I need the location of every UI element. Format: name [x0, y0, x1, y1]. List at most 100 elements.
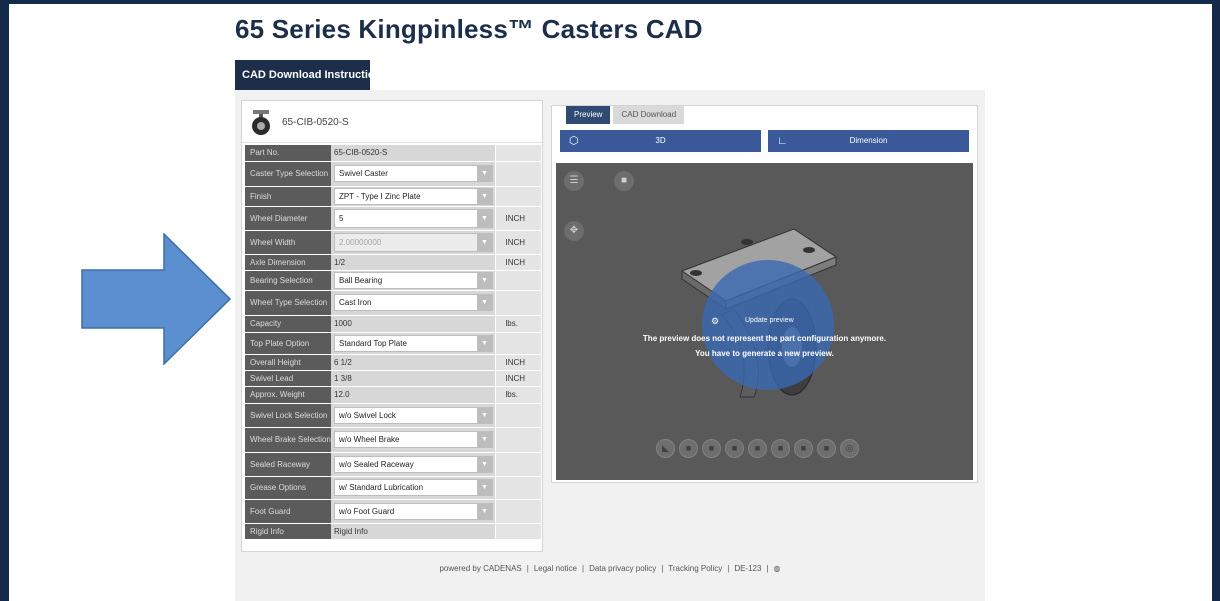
- update-preview-label: Update preview: [745, 317, 794, 324]
- 3d-viewer[interactable]: ☰ ■ ✥ ⚙ Update preview The preview does …: [556, 163, 973, 480]
- chevron-down-icon: ▼: [477, 188, 492, 204]
- legal-notice-link[interactable]: Legal notice: [534, 564, 577, 573]
- attributes-table: Part No. 65-CIB-0520-S Caster Type Selecti…: [245, 145, 541, 540]
- attribute-select[interactable]: ZPT - Type I Zinc Plate ▼: [334, 187, 493, 205]
- update-preview-overlay[interactable]: [702, 260, 834, 390]
- view-iso-icon[interactable]: ◣: [656, 439, 675, 458]
- attribute-select[interactable]: Cast Iron ▼: [334, 294, 493, 311]
- view-front-icon[interactable]: ■: [679, 439, 698, 458]
- attribute-select[interactable]: Swivel Caster ▼: [334, 165, 493, 182]
- attribute-value-cell: w/o Sealed Raceway ▼: [331, 452, 495, 477]
- attribute-value: 1 3/8: [331, 370, 495, 387]
- attribute-select[interactable]: w/o Swivel Lock ▼: [334, 406, 493, 424]
- attribute-select: 2.00000000 ▼: [334, 232, 493, 252]
- attribute-unit: INCH: [494, 206, 541, 231]
- chevron-down-icon: ▼: [477, 407, 492, 423]
- tab-cad-download[interactable]: CAD Download: [613, 106, 685, 124]
- attribute-unit: lbs.: [494, 386, 541, 404]
- attribute-label: Overall Height: [245, 354, 331, 371]
- attribute-row: Rigid Info Rigid Info: [245, 523, 541, 540]
- attribute-select-value: Ball Bearing: [339, 275, 383, 285]
- view-left-icon[interactable]: ■: [725, 439, 744, 458]
- attribute-value-cell: Standard Top Plate ▼: [331, 332, 495, 355]
- attribute-select[interactable]: w/ Standard Lubrication ▼: [334, 479, 493, 496]
- attribute-select[interactable]: w/o Wheel Brake ▼: [334, 431, 493, 448]
- attribute-unit: [494, 161, 541, 187]
- preview-tabs: Preview CAD Download: [566, 106, 685, 124]
- tab-preview[interactable]: Preview: [566, 106, 611, 124]
- attribute-label: Swivel Lead: [245, 370, 331, 387]
- attribute-unit: [494, 499, 541, 524]
- attribute-select-value: Swivel Caster: [339, 169, 388, 178]
- attribute-label: Top Plate Option: [245, 332, 331, 355]
- cube-icon: ⬡: [569, 135, 579, 147]
- view-bottom-icon[interactable]: ■: [794, 439, 813, 458]
- attribute-select-value: w/o Wheel Brake: [339, 435, 400, 444]
- attribute-row: Caster Type Selection Swivel Caster ▼: [245, 161, 541, 187]
- dimension-view-button[interactable]: ∟ Dimension: [768, 130, 969, 152]
- attribute-value-cell: w/o Swivel Lock ▼: [331, 403, 495, 428]
- part-header: 65-CIB-0520-S: [242, 101, 542, 143]
- chevron-down-icon: ▼: [477, 456, 492, 472]
- attribute-select[interactable]: w/o Sealed Raceway ▼: [334, 455, 493, 473]
- attribute-label: Rigid Info: [245, 523, 331, 540]
- attribute-label: Sealed Raceway: [245, 452, 331, 477]
- chevron-down-icon: ▼: [477, 432, 492, 447]
- attribute-select-value: w/o Swivel Lock: [339, 410, 396, 420]
- attribute-value-cell: 5 ▼: [331, 206, 495, 231]
- attribute-label: Approx. Weight: [245, 386, 331, 404]
- attribute-unit: [494, 452, 541, 477]
- attribute-label: Wheel Width: [245, 230, 331, 255]
- part-code-label: 65-CIB-0520-S: [282, 117, 349, 128]
- cube-shaded-icon[interactable]: ■: [614, 171, 634, 191]
- attribute-row: Grease Options w/ Standard Lubrication ▼: [245, 476, 541, 500]
- view-side-icon[interactable]: ■: [817, 439, 836, 458]
- configurator-panel: 65-CIB-0520-S Part No. 65-CIB-0520-S Caste…: [241, 100, 543, 552]
- attribute-unit: [494, 523, 541, 540]
- content-area: 65-CIB-0520-S Part No. 65-CIB-0520-S Caste…: [235, 90, 985, 601]
- attribute-unit: INCH: [494, 254, 541, 271]
- attribute-select-value: 5: [339, 213, 344, 223]
- globe-icon[interactable]: ◍: [774, 564, 781, 573]
- view-perspective-icon[interactable]: ◎: [840, 439, 859, 458]
- attribute-value: 1/2: [331, 254, 495, 271]
- attribute-select[interactable]: 5 ▼: [334, 208, 493, 228]
- footer: powered by CADENAS | Legal notice | Data pri…: [439, 564, 781, 573]
- tracking-policy-link[interactable]: Tracking Policy: [668, 564, 722, 573]
- attribute-row: Wheel Diameter 5 ▼ INCH: [245, 206, 541, 231]
- attribute-value: 6 1/2: [331, 354, 495, 371]
- attribute-label: Foot Guard: [245, 499, 331, 524]
- attribute-value-cell: Cast Iron ▼: [331, 290, 495, 316]
- view-back-icon[interactable]: ■: [702, 439, 721, 458]
- attribute-select[interactable]: Standard Top Plate ▼: [334, 334, 493, 352]
- attribute-label: Part No.: [245, 145, 331, 162]
- 3d-view-button[interactable]: ⬡ 3D: [560, 130, 761, 152]
- attribute-row: Overall Height 6 1/2 INCH: [245, 354, 541, 371]
- menu-icon[interactable]: ☰: [564, 171, 584, 191]
- cad-download-instructions-tab[interactable]: CAD Download Instructions: [235, 60, 387, 90]
- page-title: 65 Series Kingpinless™ Casters CAD: [235, 14, 703, 44]
- attribute-select-value: w/ Standard Lubrication: [339, 483, 424, 492]
- move-icon[interactable]: ✥: [564, 221, 584, 241]
- attribute-value: 12.0: [331, 386, 495, 404]
- attribute-select-value: w/o Foot Guard: [339, 506, 395, 516]
- chevron-down-icon: ▼: [477, 272, 492, 288]
- attribute-label: Axle Dimension: [245, 254, 331, 271]
- attribute-select[interactable]: w/o Foot Guard ▼: [334, 502, 493, 520]
- view-top-icon[interactable]: ■: [771, 439, 790, 458]
- preview-generate-message: You have to generate a new preview.: [695, 349, 834, 358]
- attribute-row: Swivel Lead 1 3/8 INCH: [245, 370, 541, 387]
- attribute-value-cell: w/ Standard Lubrication ▼: [331, 476, 495, 500]
- attribute-unit: [494, 290, 541, 316]
- view-right-icon[interactable]: ■: [748, 439, 767, 458]
- view-orientation-toolbar: ◣ ■ ■ ■ ■ ■ ■ ■ ◎: [656, 439, 863, 459]
- data-privacy-link[interactable]: Data privacy policy: [589, 564, 656, 573]
- attribute-value-cell: Swivel Caster ▼: [331, 161, 495, 187]
- attribute-label: Wheel Type Selection: [245, 290, 331, 316]
- dimension-view-label: Dimension: [849, 136, 888, 145]
- attribute-select[interactable]: Ball Bearing ▼: [334, 271, 493, 289]
- caster-thumbnail-icon: [252, 110, 270, 135]
- 3d-view-label: 3D: [655, 136, 666, 145]
- attribute-row: Axle Dimension 1/2 INCH: [245, 254, 541, 271]
- attribute-unit: [494, 403, 541, 428]
